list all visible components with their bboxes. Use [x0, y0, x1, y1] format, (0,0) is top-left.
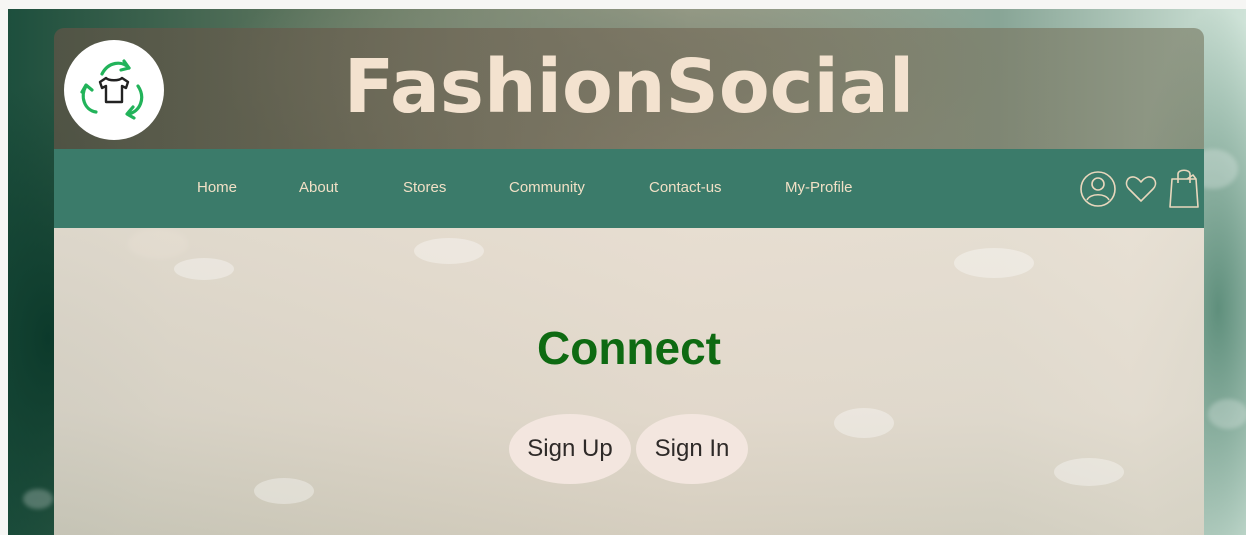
sign-up-button[interactable]: Sign Up — [509, 414, 631, 484]
nav-link-about[interactable]: About — [299, 178, 338, 198]
heart-icon[interactable] — [1124, 173, 1158, 210]
nav-link-contact-us[interactable]: Contact-us — [649, 178, 722, 198]
nav-link-stores[interactable]: Stores — [403, 178, 446, 198]
site-header: FashionSocial — [54, 28, 1204, 149]
connect-heading: Connect — [537, 322, 721, 374]
site-title: FashionSocial — [343, 44, 915, 130]
user-icon[interactable] — [1078, 169, 1118, 214]
shopping-bag-icon[interactable] — [1167, 165, 1201, 216]
nav-link-my-profile[interactable]: My-Profile — [785, 178, 853, 198]
page-panel: FashionSocial Home About Stores Communit… — [54, 28, 1204, 535]
nav-icons — [1064, 167, 1204, 211]
sign-in-button[interactable]: Sign In — [636, 414, 748, 484]
nav-link-community[interactable]: Community — [509, 178, 585, 198]
navigation-bar: Home About Stores Community Contact-us M… — [54, 149, 1204, 228]
nav-link-home[interactable]: Home — [197, 178, 237, 198]
connect-section: Connect Sign Up Sign In — [54, 228, 1204, 535]
